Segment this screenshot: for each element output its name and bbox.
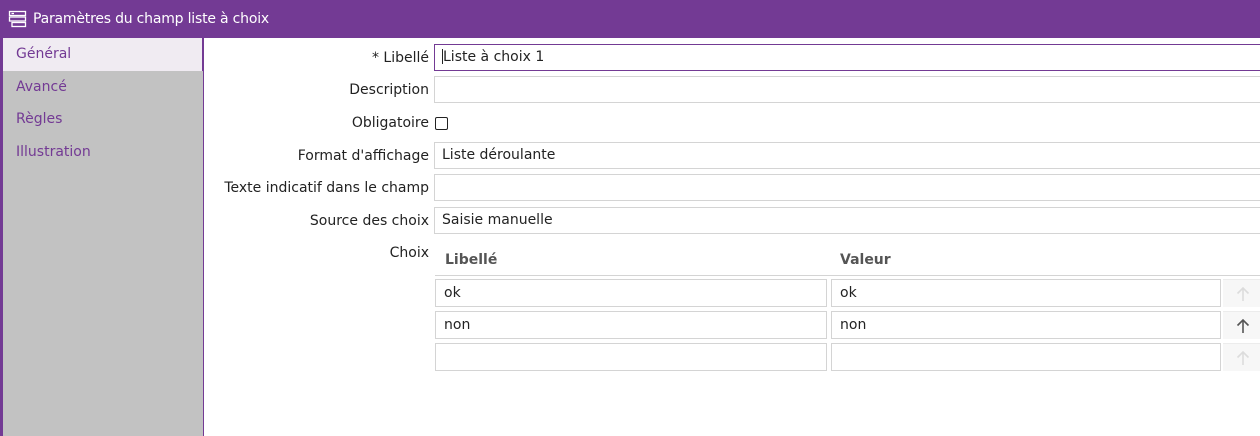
column-header-valeur: Valeur — [840, 252, 891, 268]
libelle-value: Liste à choix 1 — [443, 49, 545, 65]
choice-libelle-input[interactable]: non — [435, 311, 827, 339]
description-input[interactable] — [434, 76, 1260, 103]
obligatoire-checkbox[interactable] — [435, 117, 448, 130]
sidebar-item-avance[interactable]: Avancé — [3, 71, 203, 104]
move-up-button[interactable] — [1223, 311, 1260, 339]
row-placeholder: Texte indicatif dans le champ — [204, 174, 1260, 202]
obligatoire-label: Obligatoire — [351, 115, 429, 131]
move-up-button[interactable] — [1223, 279, 1260, 307]
choice-libelle-input[interactable]: ok — [435, 279, 827, 307]
choice-valeur-input[interactable]: ok — [831, 279, 1221, 307]
source-label: Source des choix — [309, 213, 429, 229]
settings-form: * Libellé Liste à choix 1 Description Ob… — [204, 38, 1260, 436]
row-format: Format d'affichage Liste déroulante — [204, 142, 1260, 170]
row-obligatoire: Obligatoire — [204, 109, 1260, 137]
row-libelle: * Libellé Liste à choix 1 — [204, 44, 1260, 72]
choix-label: Choix — [389, 245, 429, 261]
choice-row: ok ok — [435, 279, 1260, 307]
format-select[interactable]: Liste déroulante — [434, 142, 1260, 169]
choice-valeur-input[interactable] — [831, 343, 1221, 371]
choice-row: non non — [435, 311, 1260, 339]
sidebar-item-illustration[interactable]: Illustration — [3, 136, 203, 169]
sidebar-item-general[interactable]: Général — [3, 38, 204, 71]
placeholder-label: Texte indicatif dans le champ — [224, 180, 429, 196]
move-up-button[interactable] — [1223, 343, 1260, 371]
title-bar: Paramètres du champ liste à choix — [0, 0, 1260, 38]
format-label: Format d'affichage — [297, 148, 429, 164]
libelle-label: * Libellé — [371, 50, 429, 66]
row-source: Source des choix Saisie manuelle — [204, 207, 1260, 235]
list-settings-icon — [8, 10, 28, 28]
choice-valeur-input[interactable]: non — [831, 311, 1221, 339]
description-label: Description — [349, 82, 429, 98]
up-arrow-icon — [1236, 350, 1250, 365]
window-title: Paramètres du champ liste à choix — [33, 11, 269, 27]
choice-libelle-input[interactable] — [435, 343, 827, 371]
sidebar: Général Avancé Règles Illustration — [0, 38, 204, 436]
row-description: Description — [204, 76, 1260, 104]
source-select[interactable]: Saisie manuelle — [434, 207, 1260, 234]
placeholder-input[interactable] — [434, 174, 1260, 201]
choice-row — [435, 343, 1260, 371]
up-arrow-icon — [1236, 318, 1250, 333]
choices-grid-header: Libellé Valeur — [435, 243, 1260, 276]
sidebar-item-regles[interactable]: Règles — [3, 103, 203, 136]
libelle-input[interactable]: Liste à choix 1 — [434, 44, 1260, 71]
column-header-libelle: Libellé — [445, 252, 498, 268]
up-arrow-icon — [1236, 286, 1250, 301]
